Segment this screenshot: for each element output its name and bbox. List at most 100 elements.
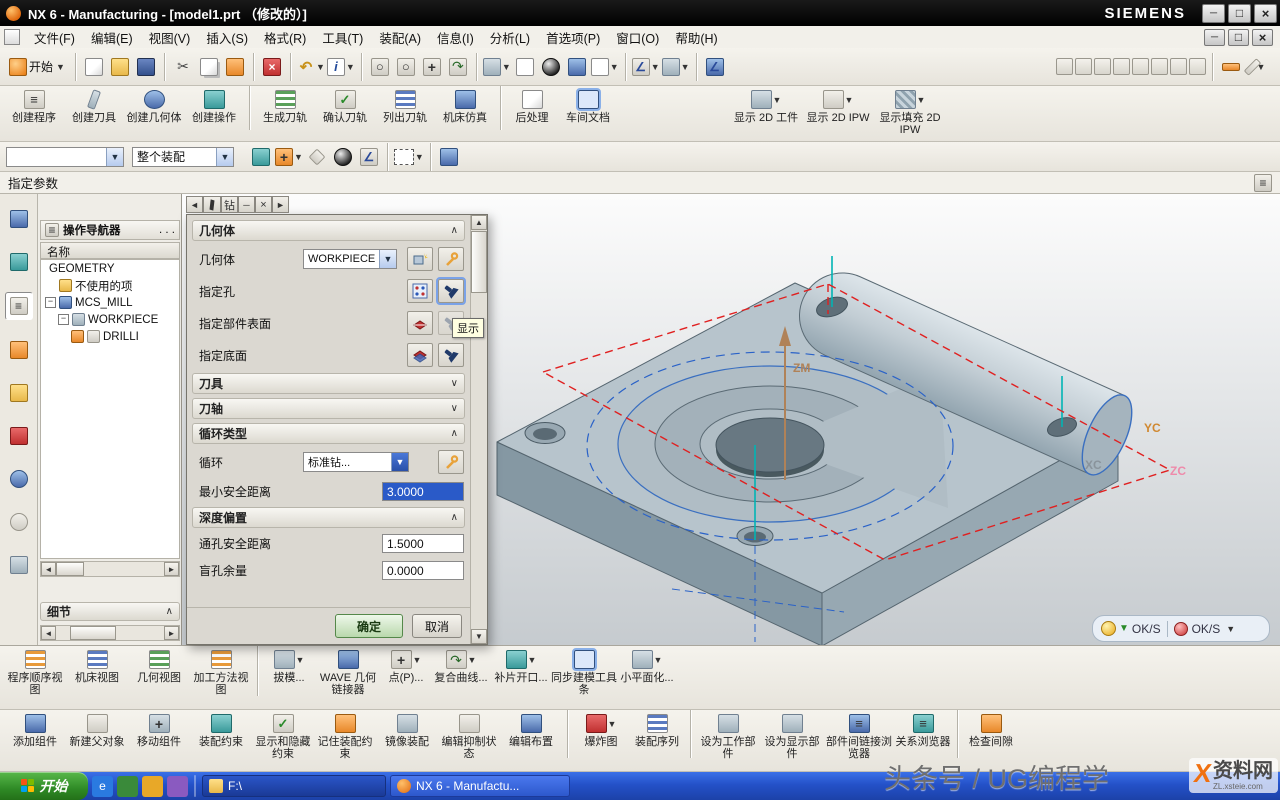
tool-axis-expand-icon[interactable]: ∨ xyxy=(451,403,458,414)
new-button[interactable] xyxy=(82,54,106,80)
background-button[interactable]: ▼ xyxy=(591,54,619,80)
add-component-button[interactable]: 添加组件 xyxy=(4,710,66,748)
select-edge-button[interactable] xyxy=(357,144,381,170)
select-holes-button[interactable] xyxy=(407,279,433,303)
list-toolpath-button[interactable]: 列出刀轨 xyxy=(375,86,435,124)
new-parent-button[interactable]: 新建父对象 xyxy=(66,710,128,748)
assembly-constraints-button[interactable]: 装配约束 xyxy=(190,710,252,748)
patch-opening-button[interactable]: ▼补片开口... xyxy=(491,646,551,684)
edit-suppression-button[interactable]: 编辑抑制状态 xyxy=(438,710,500,760)
close-button[interactable] xyxy=(1254,4,1277,23)
edit-cycle-button[interactable] xyxy=(438,450,464,474)
hd3d-tools-tab[interactable] xyxy=(6,423,32,449)
save-button[interactable] xyxy=(134,54,158,80)
solid-preview-button[interactable] xyxy=(437,144,461,170)
shaded-display-button[interactable]: ▼ xyxy=(483,54,511,80)
selection-filter-combo[interactable]: ▼ xyxy=(6,147,124,167)
dialog-next-button[interactable]: ► xyxy=(272,196,289,213)
tree-row-workpiece[interactable]: − WORKPIECE xyxy=(41,311,179,328)
quicklaunch-folder-icon[interactable] xyxy=(142,776,163,797)
tree-row-unused[interactable]: 不使用的项 xyxy=(41,277,179,294)
relations-browser-button[interactable]: 关系浏览器 xyxy=(894,710,952,748)
interpart-link-browser-button[interactable]: 部件间链接浏览器 xyxy=(824,710,894,760)
start-button[interactable]: 开始 xyxy=(0,772,88,800)
make-work-part-button[interactable]: 设为工作部件 xyxy=(696,710,760,760)
composite-curve-button[interactable]: ▼复合曲线... xyxy=(431,646,491,684)
create-operation-button[interactable]: 创建操作 xyxy=(184,86,244,124)
show-2d-workpiece-button[interactable]: ▼显示 2D 工件 xyxy=(730,86,802,124)
new-geometry-button[interactable] xyxy=(407,247,433,271)
snap-link-button[interactable] xyxy=(249,144,273,170)
render-style-button[interactable] xyxy=(539,54,563,80)
start-menu-button[interactable]: 开始▼ xyxy=(5,54,69,80)
edit-arrangements-button[interactable]: 编辑布置 xyxy=(500,710,562,748)
minimize-button[interactable] xyxy=(1202,4,1225,23)
postprocess-button[interactable]: 后处理 xyxy=(506,86,558,124)
rectangle-select-button[interactable]: ▼ xyxy=(394,144,424,170)
geometry-combo[interactable]: WORKPIECE▼ xyxy=(303,249,397,269)
menu-edit[interactable]: 编辑(E) xyxy=(83,26,141,49)
web-browser-tab[interactable] xyxy=(6,466,32,492)
show-hide-constraints-button[interactable]: 显示和隐藏约束 xyxy=(252,710,314,760)
dialog-collapse-button[interactable]: ─ xyxy=(238,196,255,213)
selection-scope-combo[interactable]: 整个装配▼ xyxy=(132,147,234,167)
snap-on-curve-icon[interactable] xyxy=(1189,58,1206,75)
snap-endpoint-icon[interactable] xyxy=(1075,58,1092,75)
datum-plane-button[interactable]: ▼ xyxy=(662,54,690,80)
snap-quadrant-icon[interactable] xyxy=(1151,58,1168,75)
menu-analysis[interactable]: 分析(L) xyxy=(482,26,538,49)
snap-existing-point-icon[interactable] xyxy=(1170,58,1187,75)
display-bottom-button[interactable] xyxy=(438,343,464,367)
tree-row-drilling[interactable]: DRILLI xyxy=(41,328,179,345)
geometry-section-header[interactable]: 几何体∧ xyxy=(192,220,465,241)
quicklaunch-media-icon[interactable] xyxy=(167,776,188,797)
synchronous-modeling-button[interactable]: 同步建模工具条 xyxy=(551,646,617,696)
paste-button[interactable] xyxy=(223,54,247,80)
constraint-navigator-tab[interactable] xyxy=(6,249,32,275)
point-button[interactable]: ▼点(P)... xyxy=(381,646,431,684)
menu-file[interactable]: 文件(F) xyxy=(26,26,83,49)
snap-center-icon[interactable] xyxy=(1113,58,1130,75)
cycle-section-header[interactable]: 循环类型∧ xyxy=(192,423,465,444)
through-clearance-input[interactable]: 1.5000 xyxy=(382,534,464,553)
select-body-button[interactable] xyxy=(331,144,355,170)
mdi-minimize-button[interactable] xyxy=(1204,29,1225,46)
assembly-sequence-button[interactable]: 装配序列 xyxy=(629,710,685,748)
info-button[interactable]: ▼ xyxy=(327,54,355,80)
tool-expand-icon[interactable]: ∨ xyxy=(451,378,458,389)
machine-simulation-button[interactable]: 机床仿真 xyxy=(435,86,495,124)
rotate-button[interactable] xyxy=(446,54,470,80)
ok-button[interactable]: 确定 xyxy=(335,614,403,638)
show-filled-2d-ipw-button[interactable]: ▼显示填充 2D IPW xyxy=(874,86,946,136)
show-2d-ipw-button[interactable]: ▼显示 2D IPW xyxy=(802,86,874,124)
cancel-button[interactable]: 取消 xyxy=(412,614,462,638)
pan-button[interactable] xyxy=(420,54,444,80)
quicklaunch-ie-icon[interactable]: e xyxy=(92,776,113,797)
create-tool-button[interactable]: 创建刀具 xyxy=(64,86,124,124)
taskbar-window-nx[interactable]: NX 6 - Manufactu... xyxy=(390,775,570,797)
wave-geometry-linker-button[interactable]: WAVE 几何链接器 xyxy=(315,646,381,696)
dialog-rail-icon[interactable] xyxy=(1254,174,1272,192)
verify-toolpath-button[interactable]: 确认刀轨 xyxy=(315,86,375,124)
menu-information[interactable]: 信息(I) xyxy=(429,26,482,49)
mdi-close-button[interactable] xyxy=(1252,29,1273,46)
machining-method-view-button[interactable]: 加工方法视图 xyxy=(190,646,252,696)
snap-intersection-icon[interactable] xyxy=(1132,58,1149,75)
details-section-header[interactable]: 细节∧ xyxy=(40,602,180,621)
make-displayed-part-button[interactable]: 设为显示部件 xyxy=(760,710,824,760)
palettes-tab[interactable] xyxy=(6,552,32,578)
select-bottom-button[interactable] xyxy=(407,343,433,367)
dialog-prev-button[interactable]: ◄ xyxy=(186,196,203,213)
check-clearances-button[interactable]: 检查间隙 xyxy=(963,710,1019,748)
maximize-button[interactable] xyxy=(1228,4,1251,23)
menu-help[interactable]: 帮助(H) xyxy=(667,26,725,49)
wireframe-display-button[interactable] xyxy=(513,54,537,80)
menu-window[interactable]: 窗口(O) xyxy=(608,26,667,49)
copy-button[interactable] xyxy=(197,54,221,80)
snap-view-button[interactable] xyxy=(703,54,727,80)
menu-preferences[interactable]: 首选项(P) xyxy=(538,26,608,49)
menu-view[interactable]: 视图(V) xyxy=(141,26,199,49)
menu-format[interactable]: 格式(R) xyxy=(256,26,314,49)
depth-section-header[interactable]: 深度偏置∧ xyxy=(192,507,465,528)
quicklaunch-desktop-icon[interactable] xyxy=(117,776,138,797)
